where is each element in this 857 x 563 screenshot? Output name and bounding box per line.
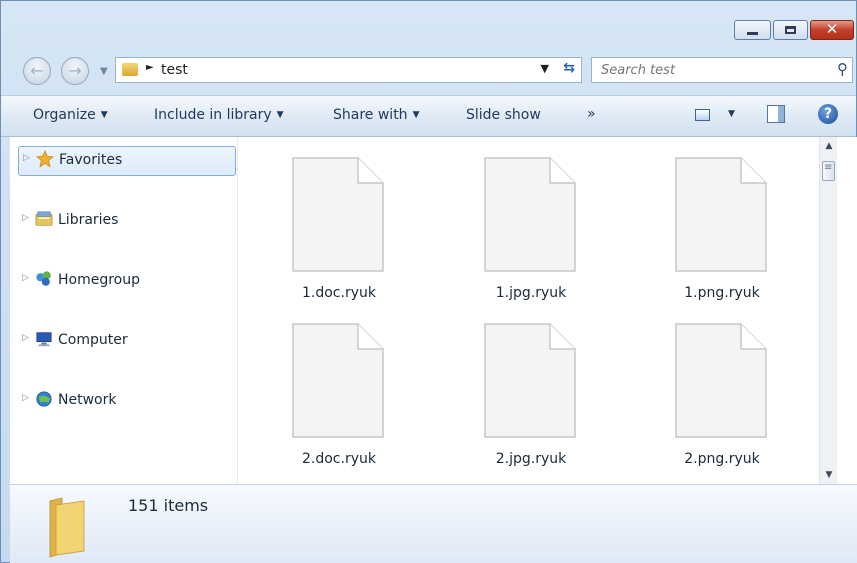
file-name: 1.doc.ryuk [302, 285, 376, 301]
scroll-thumb[interactable] [822, 161, 835, 181]
scroll-up-icon[interactable]: ▲ [820, 141, 838, 151]
breadcrumb-separator-icon[interactable]: ► [146, 62, 154, 73]
share-with-menu[interactable]: Share with ▼ [333, 107, 419, 123]
generic-file-icon [292, 323, 384, 438]
folder-icon [122, 63, 138, 76]
minimize-icon [747, 32, 758, 35]
forward-arrow-icon: → [68, 61, 82, 80]
help-icon[interactable]: ? [818, 104, 838, 124]
chevron-down-icon: ▼ [276, 110, 284, 120]
back-arrow-icon: ← [30, 61, 44, 80]
address-bar[interactable]: ► test ▼ ⇆ [115, 57, 582, 83]
sidebar-item-favorites[interactable]: ▷ Favorites [18, 146, 236, 176]
file-name: 2.jpg.ryuk [495, 451, 567, 467]
expand-icon[interactable]: ▷ [23, 153, 30, 163]
vertical-scrollbar[interactable]: ▲ ▼ [819, 137, 837, 484]
sidebar-item-computer[interactable]: ▷ Computer [18, 327, 236, 357]
maximize-button[interactable] [773, 20, 808, 40]
command-bar: Organize ▼ Include in library ▼ Share with… [1, 95, 856, 137]
sidebar-item-homegroup[interactable]: ▷ Homegroup [18, 267, 236, 297]
file-item[interactable]: 2.doc.ryuk [254, 303, 404, 467]
generic-file-icon [484, 323, 576, 438]
back-button[interactable]: ← [23, 57, 51, 85]
generic-file-icon [292, 157, 384, 272]
window-controls: ✕ [732, 20, 854, 42]
search-box[interactable]: ⚲ [591, 57, 853, 83]
recent-pages-dropdown[interactable]: ▼ [100, 66, 108, 77]
forward-button[interactable]: → [61, 57, 89, 85]
more-commands-button[interactable]: » [587, 106, 596, 122]
sidebar-item-label: Homegroup [58, 272, 141, 288]
file-list: 1.doc.ryuk 1.jpg.ryuk 1.png.ryuk 2.doc.r… [239, 137, 837, 484]
folder-icon [49, 497, 85, 558]
close-icon: ✕ [825, 20, 839, 38]
item-count: 151 items [128, 496, 209, 515]
main-area: ▷ Favorites ▷ Libraries ▷ Homegroup ▷ Co… [10, 137, 857, 484]
file-item[interactable]: 1.jpg.ryuk [446, 137, 596, 301]
expand-icon[interactable]: ▷ [22, 333, 29, 343]
view-options-dropdown-icon[interactable]: ▼ [728, 109, 735, 119]
chevron-down-icon: ▼ [412, 110, 420, 120]
file-name: 2.doc.ryuk [302, 451, 376, 467]
close-button[interactable]: ✕ [810, 20, 854, 40]
generic-file-icon [675, 323, 767, 438]
file-item[interactable]: 2.jpg.ryuk [446, 303, 596, 467]
scroll-down-icon[interactable]: ▼ [820, 470, 838, 480]
file-item[interactable]: 1.png.ryuk [637, 137, 787, 301]
sidebar-item-label: Libraries [58, 212, 119, 228]
maximize-icon [785, 26, 796, 34]
details-pane: 151 items [10, 484, 857, 563]
search-input[interactable] [593, 59, 823, 81]
include-in-library-label: Include in library [154, 107, 272, 123]
breadcrumb-test[interactable]: test [161, 62, 188, 78]
expand-icon[interactable]: ▷ [22, 213, 29, 223]
file-item[interactable]: 1.doc.ryuk [254, 137, 404, 301]
sidebar-item-label: Favorites [59, 152, 123, 168]
sidebar-item-label: Network [58, 392, 117, 408]
libraries-icon [35, 211, 53, 226]
computer-icon [36, 332, 52, 347]
organize-label: Organize [33, 107, 96, 123]
generic-file-icon [484, 157, 576, 272]
file-name: 2.png.ryuk [684, 451, 760, 467]
file-item[interactable]: 2.png.ryuk [637, 303, 787, 467]
expand-icon[interactable]: ▷ [22, 273, 29, 283]
chevron-down-icon: ▼ [100, 110, 108, 120]
minimize-button[interactable] [734, 20, 771, 40]
change-view-icon[interactable] [695, 109, 710, 121]
search-icon[interactable]: ⚲ [837, 60, 848, 78]
refresh-icon[interactable]: ⇆ [563, 60, 575, 76]
include-in-library-menu[interactable]: Include in library ▼ [154, 107, 284, 123]
sidebar-item-libraries[interactable]: ▷ Libraries [18, 207, 236, 237]
file-name: 1.jpg.ryuk [495, 285, 567, 301]
share-with-label: Share with [333, 107, 408, 123]
preview-pane-icon[interactable] [767, 105, 785, 123]
star-icon [36, 150, 54, 168]
slide-show-button[interactable]: Slide show [466, 107, 541, 123]
navigation-pane: ▷ Favorites ▷ Libraries ▷ Homegroup ▷ Co… [10, 137, 238, 484]
generic-file-icon [675, 157, 767, 272]
homegroup-icon [36, 271, 51, 286]
expand-icon[interactable]: ▷ [22, 393, 29, 403]
file-name: 1.png.ryuk [684, 285, 760, 301]
navigation-row: ← → ▼ ► test ▼ ⇆ ⚲ [1, 54, 856, 86]
sidebar-item-network[interactable]: ▷ Network [18, 387, 236, 417]
sidebar-item-label: Computer [58, 332, 128, 348]
network-icon [36, 391, 52, 407]
organize-menu[interactable]: Organize ▼ [33, 107, 108, 123]
address-dropdown-icon[interactable]: ▼ [541, 62, 549, 75]
